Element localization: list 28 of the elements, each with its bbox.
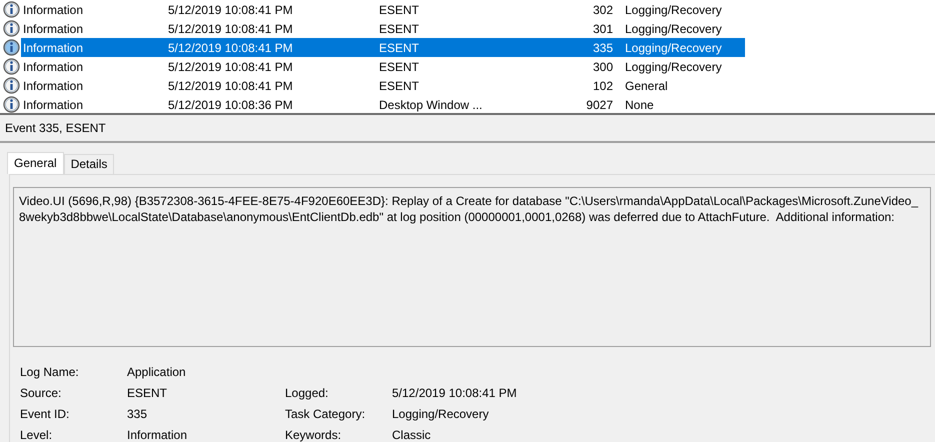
event-title: Event 335, ESENT: [0, 115, 935, 143]
property-label: Source:: [20, 384, 62, 402]
tab[interactable]: General: [7, 152, 64, 174]
tab[interactable]: Details: [64, 154, 114, 174]
event-row[interactable]: Information 5/12/2019 10:08:36 PM Desktop Window ... 9027 None: [21, 95, 745, 114]
property-label: Keywords:: [285, 426, 342, 442]
property-value: Information: [127, 426, 188, 442]
property-label: Task Category:: [285, 406, 366, 422]
property-label: Log Name:: [20, 364, 80, 380]
event-row[interactable]: Information 5/12/2019 10:08:41 PM ESENT 335 Logging/Recovery: [21, 38, 745, 57]
event-row[interactable]: Information 5/12/2019 10:08:41 PM ESENT 301 Logging/Recovery: [21, 19, 745, 38]
info-icon: [3, 20, 20, 37]
info-icon: [3, 58, 20, 75]
property-value: 335: [127, 406, 148, 422]
property-value: Logging/Recovery: [392, 406, 490, 422]
event-row[interactable]: Information 5/12/2019 10:08:41 PM ESENT 300 Logging/Recovery: [21, 57, 745, 76]
property-label: Event ID:: [20, 406, 70, 422]
event-row[interactable]: Information 5/12/2019 10:08:41 PM ESENT 302 Logging/Recovery: [21, 0, 745, 19]
event-row[interactable]: Information 5/12/2019 10:08:41 PM ESENT 102 General: [21, 76, 745, 95]
property-value: Application: [127, 364, 187, 380]
event-message: Video.UI (5696,R,98) {B3572308-3615-4FEE-8E75-4F920E60EE3D}: Replay of a Create for database "C:\Users\rmanda\AppData\Local\Packages\Microsoft.ZuneVideo_ 8wekyb3d8bbwe\LocalState\Database\anonymous\EntClientDb.edb" at log position (00000001,0001,0268) was deferred due to AttachFuture. Additional information:: [13, 187, 931, 347]
info-icon: [3, 39, 20, 56]
property-label: Logged:: [285, 384, 330, 402]
property-value: Classic: [392, 426, 432, 442]
info-icon: [3, 77, 20, 94]
property-label: Level:: [20, 426, 54, 442]
property-value: ESENT: [127, 384, 168, 402]
property-value: 5/12/2019 10:08:41 PM: [392, 384, 518, 402]
